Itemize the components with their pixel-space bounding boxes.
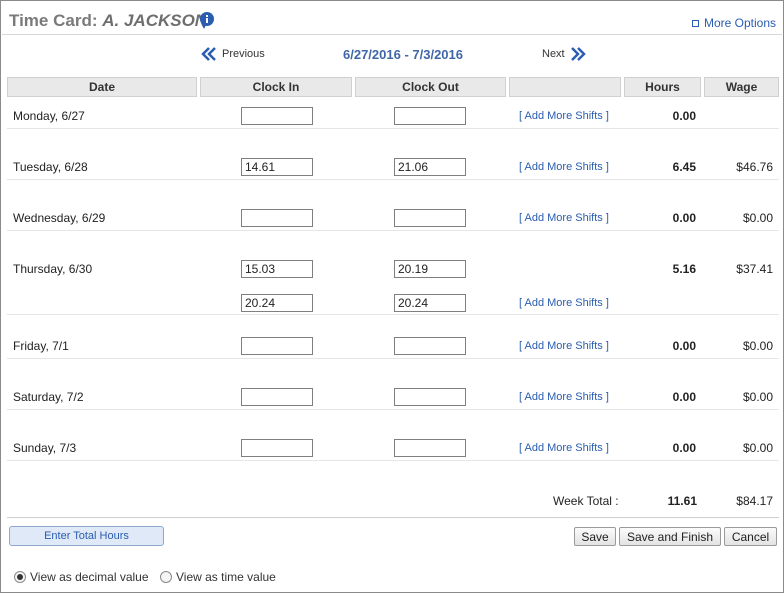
cancel-button[interactable]: Cancel <box>724 527 777 546</box>
enter-total-hours-button[interactable]: Enter Total Hours <box>9 526 164 546</box>
day-hours: 0.00 <box>672 339 696 353</box>
footer-divider <box>7 517 779 518</box>
day-label-tuesday: Tuesday, 6/28 <box>13 160 88 174</box>
employee-name: A. JACKSON <box>102 11 208 30</box>
clock-out-field[interactable] <box>394 388 466 406</box>
day-wage: $46.76 <box>736 160 773 174</box>
day-label-thursday: Thursday, 6/30 <box>13 262 93 276</box>
row-divider <box>7 314 779 315</box>
clock-out-field[interactable] <box>394 158 466 176</box>
add-more-shifts-link[interactable]: [ Add More Shifts ] <box>519 340 609 352</box>
next-week-button[interactable]: Next <box>542 47 586 61</box>
save-and-finish-button[interactable]: Save and Finish <box>619 527 721 546</box>
row-divider <box>7 230 779 231</box>
view-decimal-option[interactable]: View as decimal value <box>14 570 149 584</box>
save-button[interactable]: Save <box>574 527 616 546</box>
column-header-clock-in: Clock In <box>200 77 352 97</box>
row-divider <box>7 179 779 180</box>
clock-out-field[interactable] <box>394 107 466 125</box>
title-prefix: Time Card: <box>9 11 98 30</box>
view-time-label: View as time value <box>176 570 276 584</box>
title-bar: Time Card: A. JACKSON More Options <box>2 2 782 35</box>
day-label-wednesday: Wednesday, 6/29 <box>13 211 106 225</box>
clock-in-field[interactable] <box>241 107 313 125</box>
previous-label: Previous <box>222 48 265 60</box>
column-header-actions <box>509 77 621 97</box>
day-wage: $0.00 <box>742 390 773 404</box>
double-chevron-left-icon <box>201 47 216 61</box>
add-more-shifts-link[interactable]: [ Add More Shifts ] <box>519 161 609 173</box>
next-label: Next <box>542 48 565 60</box>
clock-out-field[interactable] <box>394 337 466 355</box>
day-hours: 5.16 <box>672 262 696 276</box>
info-icon[interactable] <box>198 11 216 29</box>
clock-out-field[interactable] <box>394 439 466 457</box>
clock-in-field[interactable] <box>241 439 313 457</box>
radio-decimal[interactable] <box>14 571 26 583</box>
clock-in-field[interactable] <box>241 388 313 406</box>
radio-time[interactable] <box>160 571 172 583</box>
clock-in-field[interactable] <box>241 209 313 227</box>
add-more-shifts-link[interactable]: [ Add More Shifts ] <box>519 442 609 454</box>
column-header-hours: Hours <box>624 77 701 97</box>
day-hours: 0.00 <box>672 390 696 404</box>
row-divider <box>7 409 779 410</box>
day-hours: 6.45 <box>672 160 696 174</box>
time-card-panel: Time Card: A. JACKSON More Options Previ… <box>0 0 784 593</box>
day-label-friday: Friday, 7/1 <box>13 339 69 353</box>
previous-week-button[interactable]: Previous <box>201 47 265 61</box>
date-range: 6/27/2016 - 7/3/2016 <box>343 47 463 62</box>
week-total-hours: 11.61 <box>667 494 697 508</box>
week-total-label: Week Total : <box>553 494 619 508</box>
column-header-clock-out: Clock Out <box>355 77 506 97</box>
clock-out-field[interactable] <box>394 209 466 227</box>
clock-in-field[interactable] <box>241 337 313 355</box>
day-wage: $37.41 <box>736 262 773 276</box>
day-hours: 0.00 <box>672 211 696 225</box>
day-label-monday: Monday, 6/27 <box>13 109 85 123</box>
day-wage: $0.00 <box>742 211 773 225</box>
day-wage: $0.00 <box>742 441 773 455</box>
row-divider <box>7 358 779 359</box>
page-title: Time Card: A. JACKSON <box>9 11 207 31</box>
clock-out-field-shift-2[interactable] <box>394 294 466 312</box>
day-label-sunday: Sunday, 7/3 <box>13 441 77 455</box>
more-options-label: More Options <box>703 16 776 30</box>
view-time-option[interactable]: View as time value <box>160 570 276 584</box>
day-wage: $0.00 <box>742 339 773 353</box>
clock-out-field[interactable] <box>394 260 466 278</box>
column-header-date: Date <box>7 77 197 97</box>
day-label-saturday: Saturday, 7/2 <box>13 390 84 404</box>
row-divider <box>7 128 779 129</box>
row-divider <box>7 460 779 461</box>
clock-in-field-shift-2[interactable] <box>241 294 313 312</box>
square-icon <box>691 19 699 27</box>
clock-in-field[interactable] <box>241 158 313 176</box>
more-options-link[interactable]: More Options <box>691 16 776 30</box>
double-chevron-right-icon <box>570 47 586 61</box>
column-header-wage: Wage <box>704 77 779 97</box>
add-more-shifts-link[interactable]: [ Add More Shifts ] <box>519 110 609 122</box>
day-hours: 0.00 <box>672 441 696 455</box>
day-hours: 0.00 <box>672 109 696 123</box>
view-decimal-label: View as decimal value <box>30 570 149 584</box>
add-more-shifts-link[interactable]: [ Add More Shifts ] <box>519 297 609 309</box>
week-total-wage: $84.17 <box>736 494 773 508</box>
add-more-shifts-link[interactable]: [ Add More Shifts ] <box>519 212 609 224</box>
add-more-shifts-link[interactable]: [ Add More Shifts ] <box>519 391 609 403</box>
clock-in-field[interactable] <box>241 260 313 278</box>
